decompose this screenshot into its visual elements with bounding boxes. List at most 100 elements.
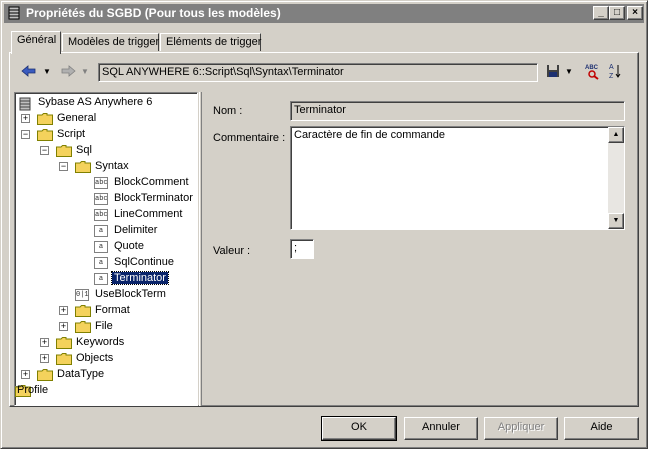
tree-node-label: Terminator [111, 271, 169, 285]
valeur-label: Valeur : [213, 245, 251, 257]
collapse-icon[interactable]: − [59, 162, 68, 171]
collapse-icon[interactable]: − [21, 130, 30, 139]
forward-arrow-icon [60, 64, 76, 81]
tree-node-label: UseBlockTerm [95, 288, 166, 300]
scroll-down-icon[interactable]: ▼ [608, 213, 624, 229]
commentaire-scrollbar[interactable]: ▲ ▼ [608, 127, 624, 229]
tree-node-objects[interactable]: + Objects [15, 351, 195, 367]
nom-field: Terminator [290, 101, 625, 121]
tree-node-label: General [57, 112, 97, 124]
properties-dialog: Propriétés du SGBD (Pour tous les modèle… [0, 0, 648, 449]
tab-general-label: Général [17, 34, 57, 46]
commentaire-text: Caractère de fin de commande [294, 129, 446, 141]
tree-node-script[interactable]: − Script [15, 127, 195, 143]
tree-node-label: Syntax [95, 160, 129, 172]
char-value-icon: a [94, 257, 108, 269]
back-dropdown-icon[interactable]: ▼ [43, 67, 51, 76]
tree-node-label: Delimiter [114, 224, 158, 236]
tree-node-label: Sybase AS Anywhere 6 [38, 96, 153, 108]
commentaire-label: Commentaire : [213, 132, 286, 144]
text-value-icon: abc [94, 177, 108, 189]
tree-node-label: Script [57, 128, 86, 140]
dbms-icon [8, 6, 20, 20]
appliquer-button: Appliquer [484, 417, 558, 440]
tab-modeles-de-trigger[interactable]: Modèles de trigger [62, 33, 159, 51]
ok-button[interactable]: OK [321, 416, 397, 441]
tree-node-sql[interactable]: − Sql [15, 143, 195, 159]
tab-elements-de-trigger[interactable]: Eléments de trigger [160, 33, 261, 51]
save-dropdown-icon[interactable]: ▼ [565, 67, 573, 76]
folder-icon [56, 337, 72, 349]
nom-label: Nom : [213, 105, 243, 117]
svg-text:Z: Z [609, 73, 614, 80]
tree-node-useblockterm[interactable]: 0|1 UseBlockTerm [15, 287, 195, 303]
scroll-up-icon[interactable]: ▲ [608, 127, 624, 143]
close-icon[interactable]: × [627, 6, 643, 20]
char-value-icon: a [94, 241, 108, 253]
database-icon [18, 97, 34, 111]
tree-node-label: File [95, 320, 113, 332]
tree-root-node[interactable]: Sybase AS Anywhere 6 [15, 95, 195, 111]
boolean-value-icon: 0|1 [75, 289, 89, 301]
tree-node-datatype[interactable]: + DataType [15, 367, 195, 383]
folder-icon [37, 369, 53, 381]
tab-modeles-label: Modèles de trigger [68, 36, 160, 48]
expand-icon[interactable]: + [40, 354, 49, 363]
back-arrow-icon[interactable] [21, 64, 37, 81]
maximize-icon[interactable]: □ [609, 6, 625, 20]
folder-icon [56, 353, 72, 365]
expand-icon[interactable]: + [21, 370, 30, 379]
pane-splitter[interactable] [199, 92, 202, 406]
sort-icon[interactable]: AZ [606, 62, 624, 83]
tree-node-label: Format [95, 304, 130, 316]
char-value-icon: a [94, 273, 108, 285]
tree-node-label: Objects [76, 352, 114, 364]
expand-icon[interactable]: + [40, 338, 49, 347]
tree-node-general[interactable]: + General [15, 111, 195, 127]
tree-node-quote[interactable]: a Quote [15, 239, 195, 255]
valeur-field[interactable]: ; [290, 239, 314, 259]
annuler-button[interactable]: Annuler [404, 417, 478, 440]
text-value-icon: abc [94, 209, 108, 221]
folder-icon [37, 129, 53, 141]
tab-general[interactable]: Général [11, 31, 61, 54]
folder-icon [75, 305, 91, 317]
tree-node-label: SqlContinue [114, 256, 174, 268]
minimize-icon[interactable]: _ [593, 6, 609, 20]
tree-node-syntax[interactable]: − Syntax [15, 159, 195, 175]
folder-icon [37, 113, 53, 125]
text-value-icon: abc [94, 193, 108, 205]
tree-node-file[interactable]: + File [15, 319, 195, 335]
folder-icon [56, 145, 72, 157]
tree-node-blockterminator[interactable]: abc BlockTerminator [15, 191, 195, 207]
svg-text:ABC: ABC [585, 65, 599, 71]
spell-check-icon[interactable]: ABC [584, 62, 602, 83]
object-path-field: SQL ANYWHERE 6::Script\Sql\Syntax\Termin… [98, 63, 538, 82]
tree-node-label: Quote [114, 240, 144, 252]
expand-icon[interactable]: + [59, 322, 68, 331]
commentaire-textarea[interactable]: Caractère de fin de commande ▲ ▼ [290, 126, 625, 230]
expand-icon[interactable]: + [21, 114, 30, 123]
aide-button[interactable]: Aide [564, 417, 639, 440]
save-icon[interactable] [546, 64, 560, 81]
tree-node-keywords[interactable]: + Keywords [15, 335, 195, 351]
tree-node-linecomment[interactable]: abc LineComment [15, 207, 195, 223]
tree-node-profile[interactable]: +Profile [15, 383, 195, 399]
svg-text:A: A [609, 64, 614, 71]
collapse-icon[interactable]: − [40, 146, 49, 155]
tree-node-format[interactable]: + Format [15, 303, 195, 319]
tree-node-label: BlockTerminator [114, 192, 193, 204]
tree-node-blockcomment[interactable]: abc BlockComment [15, 175, 195, 191]
tree-node-label: Sql [76, 144, 92, 156]
tree-node-delimiter[interactable]: a Delimiter [15, 223, 195, 239]
folder-icon [75, 321, 91, 333]
tree-node-sqlcontinue[interactable]: a SqlContinue [15, 255, 195, 271]
tree-node-label: Profile [17, 384, 49, 396]
title-bar[interactable]: Propriétés du SGBD (Pour tous les modèle… [4, 4, 644, 23]
tree-node-terminator[interactable]: a Terminator [15, 271, 195, 287]
tree-node-label: LineComment [114, 208, 183, 220]
char-value-icon: a [94, 225, 108, 237]
tree-node-label: BlockComment [114, 176, 189, 188]
property-tree[interactable]: Sybase AS Anywhere 6 + General − Script − Sql −… [14, 92, 198, 406]
expand-icon[interactable]: + [59, 306, 68, 315]
